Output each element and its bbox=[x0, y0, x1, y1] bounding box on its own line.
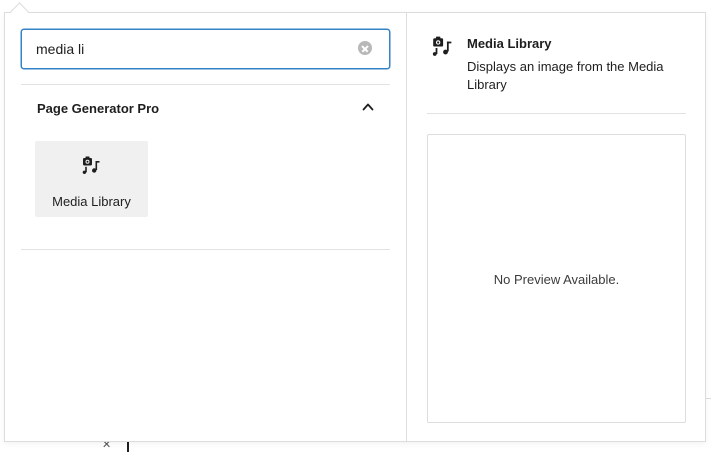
media-library-icon bbox=[82, 156, 100, 174]
media-library-icon bbox=[432, 36, 452, 56]
chevron-up-icon[interactable] bbox=[362, 101, 374, 113]
text-cursor bbox=[127, 442, 129, 452]
search-input[interactable] bbox=[36, 39, 336, 59]
preview-block-description: Displays an image from the Media Library bbox=[467, 59, 664, 92]
inserter-results-panel: Page Generator Pro Media Library bbox=[5, 13, 406, 441]
no-preview-text: No Preview Available. bbox=[493, 272, 620, 287]
preview-block-title: Media Library bbox=[467, 36, 552, 51]
block-item-media-library[interactable]: Media Library bbox=[35, 141, 148, 217]
background-divider bbox=[706, 398, 711, 399]
block-item-label: Media Library bbox=[52, 194, 131, 209]
preview-divider bbox=[427, 113, 686, 114]
results-divider bbox=[21, 249, 390, 250]
clear-search-button[interactable] bbox=[358, 41, 372, 55]
category-title: Page Generator Pro bbox=[37, 101, 160, 116]
block-preview-panel: Media Library Displays an image from the… bbox=[407, 13, 705, 441]
search-field[interactable] bbox=[21, 29, 390, 69]
preview-area: No Preview Available. bbox=[427, 134, 686, 423]
block-inserter-popover: Page Generator Pro Media Library bbox=[4, 12, 706, 442]
search-divider bbox=[21, 84, 390, 85]
